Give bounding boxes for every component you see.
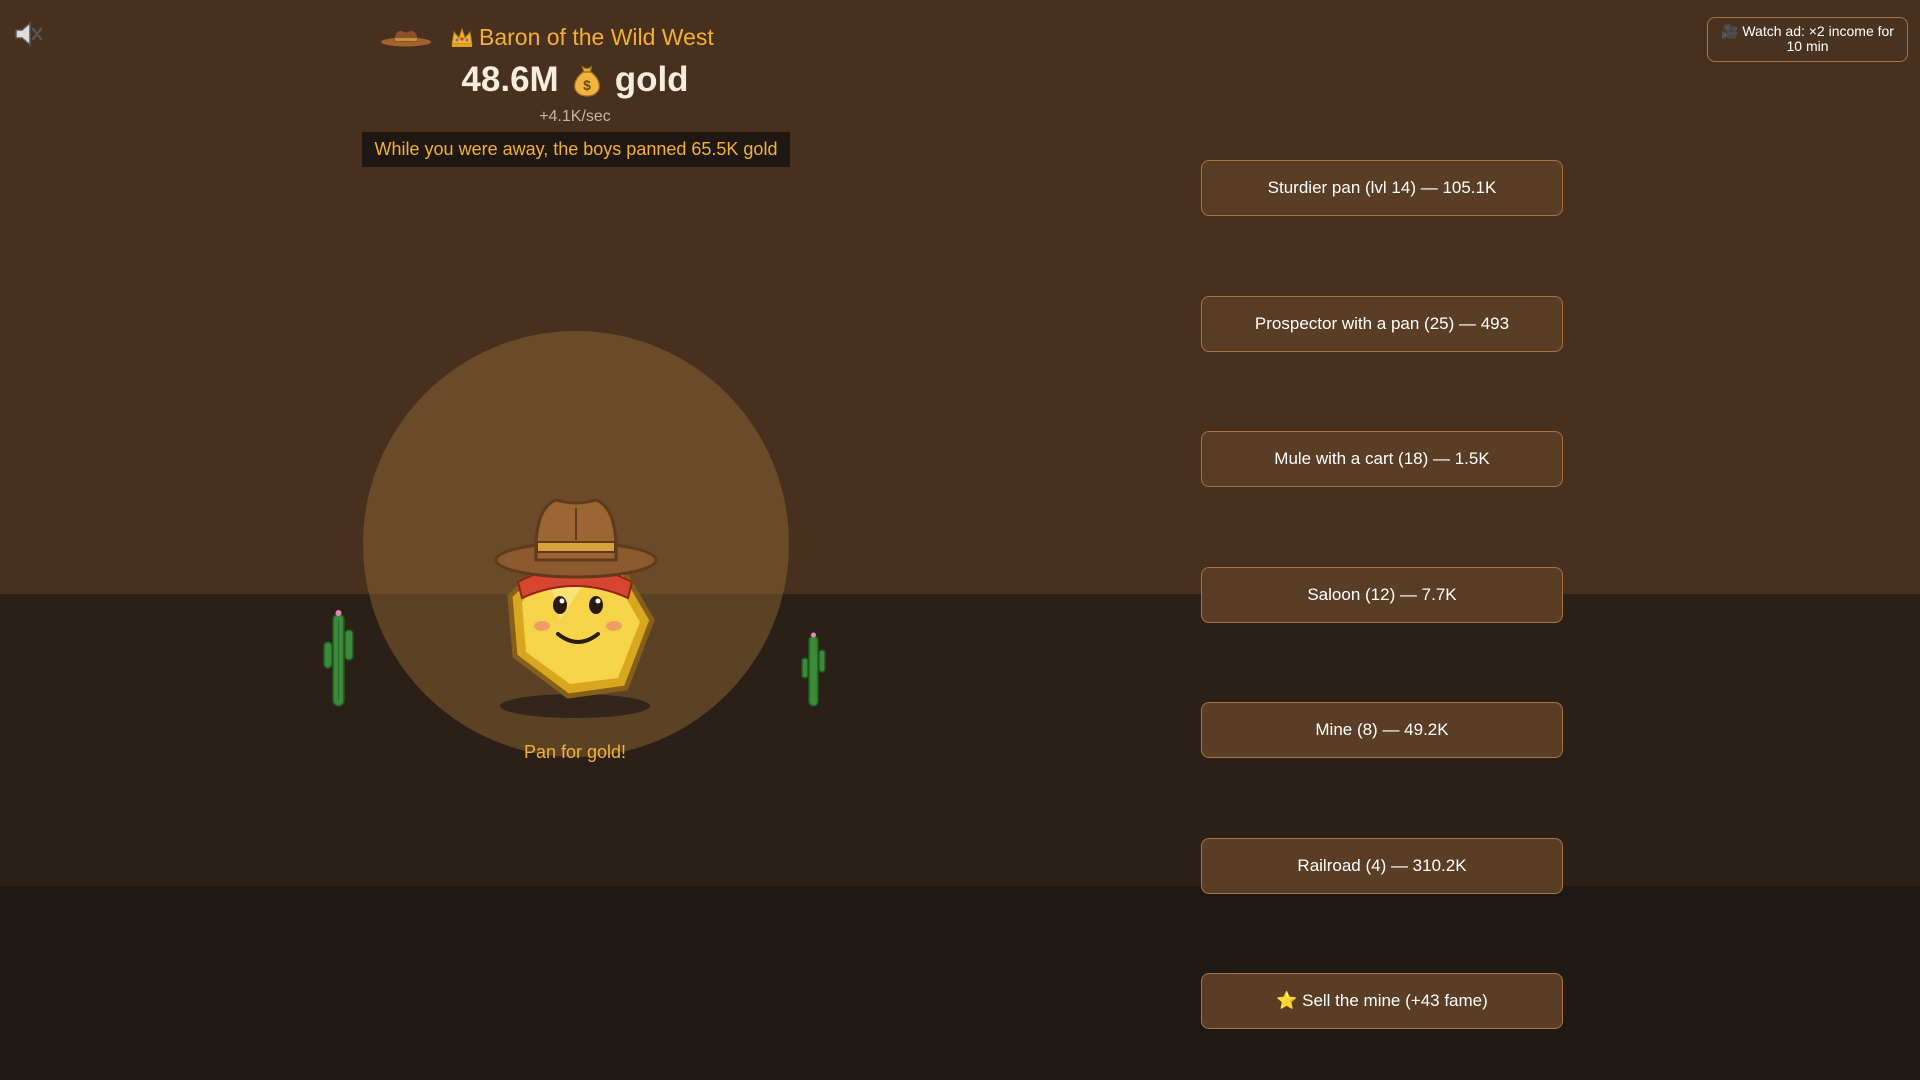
- pan-for-gold-label: Pan for gold!: [523, 742, 627, 762]
- gold-counter: 48.6M $ gold: [0, 60, 1150, 100]
- upgrade-mine-button[interactable]: Mine (8) — 49.2K: [1201, 702, 1563, 758]
- cactus-icon: [323, 610, 354, 707]
- camera-icon: 🎥: [1721, 23, 1743, 39]
- svg-text:$: $: [583, 77, 591, 93]
- upgrade-prospector-button[interactable]: Prospector with a pan (25) — 493: [1201, 295, 1563, 352]
- speaker-muted-icon: [15, 21, 43, 47]
- gold-unit: gold: [614, 60, 689, 99]
- sell-mine-button[interactable]: ⭐ Sell the mine (+43 fame): [1201, 973, 1563, 1029]
- cactus-icon: [801, 632, 826, 707]
- upgrade-mule-cart-button[interactable]: Mule with a cart (18) — 1.5K: [1201, 431, 1563, 487]
- crown-icon: [451, 27, 473, 47]
- sound-toggle-button[interactable]: [12, 18, 44, 50]
- ground-background: [0, 594, 1920, 886]
- away-message-text: While you were away, the boys panned 65.…: [374, 139, 778, 159]
- watch-ad-button[interactable]: 🎥 Watch ad: ×2 income for 10 min: [1707, 17, 1908, 62]
- away-message: While you were away, the boys panned 65.…: [362, 132, 790, 167]
- cowboy-hat-icon: [381, 30, 431, 47]
- upgrade-sturdier-pan-button[interactable]: Sturdier pan (lvl 14) — 105.1K: [1201, 160, 1563, 216]
- gold-amount: 48.6M: [461, 60, 559, 99]
- watch-ad-label: Watch ad: ×2 income for 10 min: [1742, 23, 1894, 54]
- game-title: Baron of the Wild West: [479, 23, 714, 50]
- footer-background: [0, 886, 1920, 1080]
- upgrade-saloon-button[interactable]: Saloon (12) — 7.7K: [1201, 566, 1563, 623]
- upgrade-railroad-button[interactable]: Railroad (4) — 310.2K: [1201, 837, 1563, 894]
- gold-nugget-cowboy-icon: [494, 498, 658, 718]
- upgrade-list: Sturdier pan (lvl 14) — 105.1K Prospecto…: [1201, 160, 1563, 1080]
- income-rate: +4.1K/sec: [539, 108, 611, 125]
- title-row: Baron of the Wild West: [380, 22, 714, 52]
- money-bag-icon: $: [573, 65, 600, 97]
